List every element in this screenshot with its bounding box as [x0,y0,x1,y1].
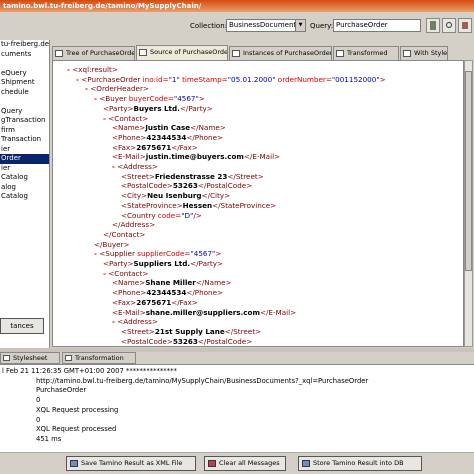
tab-transformation-label: Transformation [75,354,124,362]
scrollbar-thumb[interactable] [465,71,472,271]
collapse-toggle-icon[interactable]: - [76,75,79,84]
collapse-toggle-icon[interactable]: - [103,114,106,123]
collection-select[interactable]: BusinessDocuments ▼ [226,19,306,32]
log-line: PurchaseOrder [36,386,87,395]
sidebar-item[interactable]: Transaction [0,135,49,145]
sidebar-item[interactable]: gTransaction [0,116,49,126]
sidebar-item[interactable]: ier [0,145,49,155]
stylesheet-icon [3,355,10,361]
tab-document-icon [139,49,147,56]
options-button[interactable] [458,18,472,33]
collapse-toggle-icon[interactable]: - [94,249,97,258]
options-icon [462,22,468,29]
tab-document-icon [403,50,411,57]
action-bar: Save Tamino Result as XML File Clear all… [0,452,474,474]
tab-label: With Style [414,49,448,57]
tab-1[interactable]: Source of PurchaseOrder [136,45,228,60]
refresh-icon [446,22,452,28]
view-tabs: Tree of PurchaseOrder Source of PurchaseO… [52,45,472,60]
tab-document-icon [55,50,63,57]
tab-document-icon [232,50,240,57]
collapse-toggle-icon[interactable]: - [112,162,115,171]
vertical-scrollbar[interactable] [464,60,473,347]
tab-2[interactable]: Instances of PurchaseOrder [229,46,332,60]
clear-messages-button[interactable]: Clear all Messages [204,456,286,471]
collection-label: Collection: [190,22,227,30]
tab-3[interactable]: Transformed [333,46,399,60]
sidebar-item[interactable]: Catalog [0,173,49,183]
clear-icon [208,460,216,467]
log-line: XQL Request processing [36,405,119,414]
sidebar-item[interactable]: Query [0,107,49,117]
tab-0[interactable]: Tree of PurchaseOrder [52,46,135,60]
log-line: 451 ms [36,434,62,443]
chevron-down-icon[interactable]: ▼ [295,20,305,31]
sidebar-item[interactable]: cuments [0,50,49,60]
collapse-toggle-icon[interactable]: - [103,269,106,278]
sidebar-item[interactable]: ier [0,164,49,174]
sidebar-item[interactable] [0,97,49,107]
log-line: http://tamino.bwl.tu-freiberg.de/tamino/… [36,376,369,385]
collection-value: BusinessDocuments [229,21,300,29]
query-value: PurchaseOrder [336,21,388,29]
tab-label: Tree of PurchaseOrder [66,49,135,57]
collapse-toggle-icon[interactable]: - [67,65,70,74]
run-query-button[interactable] [426,18,440,33]
store-result-button[interactable]: Store Tamino Result into DB [298,456,422,471]
sidebar-item[interactable]: tu-freiberg.de/t [0,40,49,50]
log-line: XQL Request processed [36,425,117,434]
tab-stylesheet[interactable]: Stylesheet [0,352,60,364]
run-icon [430,21,436,30]
instances-button-label: tances [10,322,34,330]
xml-source-view[interactable]: - <xql:result> - <PurchaseOrder ino:id="1… [52,60,464,347]
sidebar-item[interactable]: firm [0,126,49,136]
tab-label: Source of PurchaseOrder [150,48,228,56]
store-result-label: Store Tamino Result into DB [313,459,404,467]
sidebar-item[interactable]: Order [0,154,49,164]
tab-transformation[interactable]: Transformation [62,352,136,364]
query-input[interactable]: PurchaseOrder [333,19,421,32]
save-result-label: Save Tamino Result as XML File [81,459,183,467]
log-line: l Feb 21 11:26:35 GMT+01:00 2007 *******… [2,367,177,375]
tab-label: Transformed [347,49,388,57]
window-title: tamino.bwl.tu-freiberg.de/tamino/MySuppl… [3,2,202,10]
collapse-toggle-icon[interactable]: - [112,317,115,326]
window-title-bar: tamino.bwl.tu-freiberg.de/tamino/MySuppl… [0,0,474,12]
save-icon [70,460,78,467]
xml-line: <PostalCode>53263</PostalCode> [121,336,253,346]
tab-4[interactable]: With Style [400,46,448,60]
tab-document-icon [336,50,344,57]
log-line: 0 [36,396,41,405]
save-result-button[interactable]: Save Tamino Result as XML File [66,456,196,471]
collapse-toggle-icon[interactable]: - [94,94,97,103]
sidebar-item[interactable]: Shipment [0,78,49,88]
tab-label: Instances of PurchaseOrder [243,49,332,57]
transformation-icon [65,355,72,361]
log-line: 0 [36,415,41,424]
sidebar-item[interactable]: alog [0,183,49,193]
sidebar-item[interactable]: Catalog [0,192,49,202]
sidebar-item[interactable] [0,59,49,69]
instances-button[interactable]: tances [0,318,44,334]
store-icon [302,460,310,467]
query-toolbar: Collection: BusinessDocuments ▼ Query: P… [0,12,474,40]
bottom-tabs: Stylesheet Transformation [0,352,474,364]
tab-stylesheet-label: Stylesheet [13,354,48,362]
sidebar-tree: tu-freiberg.de/t cuments eQuery Shipment che… [0,40,50,348]
query-label: Query: [310,22,334,30]
clear-messages-label: Clear all Messages [219,459,280,467]
message-log[interactable]: l Feb 21 11:26:35 GMT+01:00 2007 *******… [0,364,474,452]
sidebar-item[interactable]: eQuery [0,69,49,79]
collapse-toggle-icon[interactable]: - [85,84,88,93]
refresh-button[interactable] [442,18,456,33]
sidebar-item[interactable]: chedule [0,88,49,98]
